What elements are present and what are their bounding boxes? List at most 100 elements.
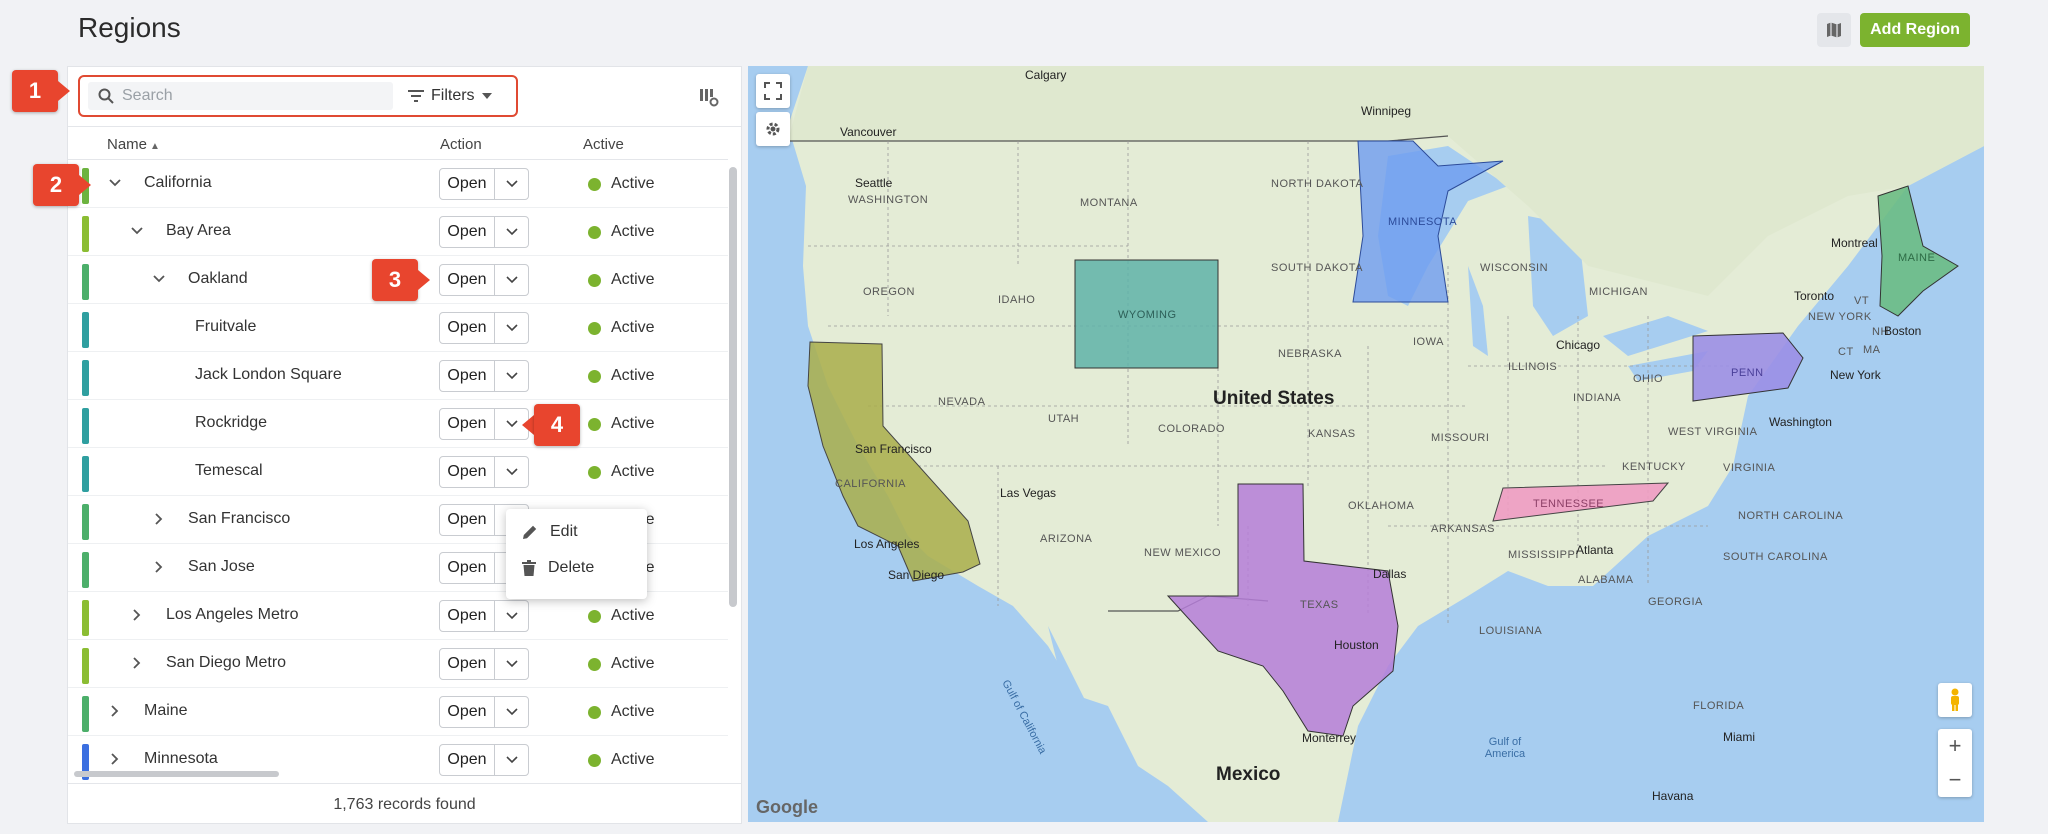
open-button[interactable]: Open	[440, 457, 495, 487]
open-button[interactable]: Open	[440, 409, 495, 439]
add-region-button[interactable]: Add Region	[1860, 13, 1970, 47]
action-menu-toggle[interactable]	[495, 601, 528, 631]
region-maine	[1877, 185, 1959, 317]
table-row[interactable]: San Diego Metro Open Active	[68, 640, 728, 688]
page-title: Regions	[78, 12, 181, 43]
action-menu-toggle[interactable]	[495, 169, 528, 199]
horizontal-scrollbar[interactable]	[74, 771, 279, 777]
chevron-right-icon[interactable]	[128, 606, 146, 624]
region-color-bar	[82, 264, 89, 300]
state-label: SOUTH CAROLINA	[1723, 551, 1828, 563]
action-menu-toggle[interactable]	[495, 217, 528, 247]
state-label: PENN	[1731, 367, 1764, 379]
state-label: CT	[1838, 346, 1854, 358]
status-dot	[588, 657, 601, 671]
street-view-pegman[interactable]	[1938, 683, 1972, 717]
zoom-in-button[interactable]: +	[1949, 729, 1962, 763]
city-label: Vancouver	[840, 125, 897, 139]
state-label: MA	[1863, 344, 1881, 356]
callout-arrow	[418, 270, 430, 290]
region-color-bar	[82, 216, 89, 252]
open-button[interactable]: Open	[440, 745, 495, 775]
table-row[interactable]: California Open Active	[68, 160, 728, 208]
filters-button[interactable]: Filters	[400, 82, 510, 110]
action-menu-toggle[interactable]	[495, 745, 528, 775]
table-row[interactable]: Temescal Open Active	[68, 448, 728, 496]
vertical-scrollbar[interactable]	[729, 167, 737, 607]
status-text: Active	[611, 463, 655, 480]
chevron-down-icon	[505, 180, 518, 188]
chevron-right-icon[interactable]	[150, 510, 168, 528]
chevron-right-icon[interactable]	[106, 702, 124, 720]
edit-menu-item[interactable]: Edit	[522, 523, 578, 541]
state-label: VIRGINIA	[1723, 462, 1776, 474]
delete-menu-item[interactable]: Delete	[522, 559, 594, 577]
map-view[interactable]: + − United States Mexico MINNESOTA WYOMI…	[748, 66, 1984, 822]
action-menu-toggle[interactable]	[495, 313, 528, 343]
open-button[interactable]: Open	[440, 697, 495, 727]
table-row[interactable]: Los Angeles Metro Open Active	[68, 592, 728, 640]
fullscreen-button[interactable]	[756, 74, 790, 108]
state-label: KANSAS	[1308, 428, 1356, 440]
open-button[interactable]: Open	[440, 553, 495, 583]
state-label: LOUISIANA	[1479, 625, 1543, 637]
action-menu-toggle[interactable]	[495, 697, 528, 727]
city-label: Seattle	[855, 176, 893, 190]
status-dot	[588, 369, 601, 383]
search-input[interactable]	[88, 82, 393, 110]
state-label: TEXAS	[1300, 599, 1339, 611]
chevron-down-icon[interactable]	[128, 222, 146, 240]
chevron-right-icon[interactable]	[150, 558, 168, 576]
zoom-controls: + −	[1938, 729, 1972, 797]
chevron-right-icon[interactable]	[128, 654, 146, 672]
open-button[interactable]: Open	[440, 217, 495, 247]
region-color-bar	[82, 504, 89, 540]
table-row[interactable]: Maine Open Active	[68, 688, 728, 736]
zoom-out-button[interactable]: −	[1949, 763, 1962, 797]
open-button[interactable]: Open	[440, 601, 495, 631]
action-menu-toggle[interactable]	[495, 649, 528, 679]
map-toggle-button[interactable]	[1817, 13, 1851, 47]
city-label: New York	[1830, 368, 1881, 382]
open-button[interactable]: Open	[440, 265, 495, 295]
open-button[interactable]: Open	[440, 169, 495, 199]
chevron-right-icon[interactable]	[106, 750, 124, 768]
action-dropdown-menu: Edit Delete	[506, 509, 647, 599]
callout-arrow	[79, 175, 91, 195]
column-name[interactable]: Name ▲	[107, 136, 160, 153]
open-button[interactable]: Open	[440, 361, 495, 391]
table-row[interactable]: Bay Area Open Active	[68, 208, 728, 256]
table-body: California Open Active Bay Area Open Active Oa…	[68, 160, 728, 780]
table-row[interactable]: Fruitvale Open Active	[68, 304, 728, 352]
state-label: IOWA	[1413, 336, 1444, 348]
status-text: Active	[611, 175, 655, 192]
gear-icon	[766, 122, 780, 136]
action-menu-toggle[interactable]	[495, 265, 528, 295]
status-badge: Active	[588, 319, 655, 337]
chevron-down-icon[interactable]	[150, 270, 168, 288]
filters-label: Filters	[431, 87, 475, 104]
toolbar: Filters	[68, 67, 741, 127]
table-row[interactable]: Jack London Square Open Active	[68, 352, 728, 400]
state-label: INDIANA	[1573, 392, 1622, 404]
action-menu-toggle[interactable]	[495, 361, 528, 391]
table-row[interactable]: Rockridge Open Active	[68, 400, 728, 448]
action-split-button: Open	[439, 600, 529, 632]
status-dot	[588, 705, 601, 719]
open-button[interactable]: Open	[440, 505, 495, 535]
action-menu-toggle[interactable]	[495, 457, 528, 487]
map-settings-button[interactable]	[756, 112, 790, 146]
callout-2: 2	[33, 164, 91, 206]
state-label: NEW YORK	[1808, 311, 1872, 323]
chevron-down-icon	[505, 708, 518, 716]
state-label: ARIZONA	[1040, 533, 1093, 545]
open-button[interactable]: Open	[440, 649, 495, 679]
chevron-down-icon[interactable]	[106, 174, 124, 192]
city-label: San Francisco	[855, 442, 932, 456]
column-action: Action	[440, 136, 482, 153]
city-label: Houston	[1334, 638, 1379, 652]
column-settings-icon[interactable]	[699, 87, 719, 107]
label-united-states: United States	[1213, 388, 1335, 409]
state-label: WYOMING	[1118, 309, 1177, 321]
open-button[interactable]: Open	[440, 313, 495, 343]
